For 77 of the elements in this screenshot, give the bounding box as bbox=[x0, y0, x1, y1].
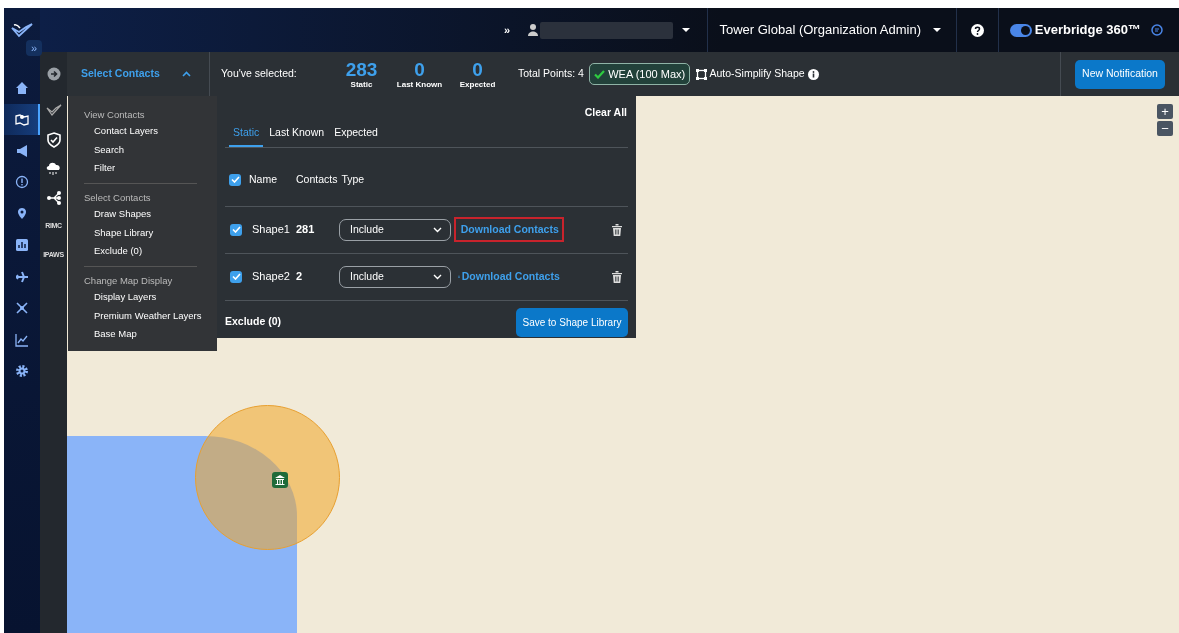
zoom-in-button[interactable]: + bbox=[1157, 104, 1173, 119]
info-icon[interactable] bbox=[807, 68, 819, 80]
exclude-count: Exclude (0) bbox=[225, 314, 282, 330]
trash-icon[interactable] bbox=[612, 270, 622, 283]
help-icon[interactable] bbox=[971, 23, 985, 37]
wea-toggle[interactable]: WEA (100 Max) bbox=[589, 62, 691, 86]
drone-icon bbox=[15, 301, 29, 316]
column-header: Contacts bbox=[296, 171, 338, 187]
selection-label: You've selected: bbox=[221, 66, 298, 82]
total-points: Total Points: 4 bbox=[518, 66, 584, 82]
menu-item[interactable]: Draw Shapes bbox=[84, 205, 152, 224]
new-notification-button[interactable]: New Notification bbox=[1075, 59, 1165, 89]
toggle-switch[interactable] bbox=[1010, 23, 1033, 37]
download-contacts-link[interactable]: Download Contacts bbox=[453, 216, 564, 243]
checkbox[interactable] bbox=[230, 223, 242, 236]
shape-name: Shape1 bbox=[252, 222, 291, 238]
bird-logo-icon bbox=[11, 22, 33, 38]
auto-simplify-label[interactable]: Auto-Simplify Shape bbox=[709, 66, 805, 82]
bar-chart-icon bbox=[15, 238, 29, 253]
menu-item[interactable]: Shape Library bbox=[84, 223, 154, 242]
shape-name: Shape2 bbox=[252, 269, 291, 285]
organization-name[interactable]: Tower Global (Organization Admin) bbox=[719, 20, 922, 40]
shape-outline-icon bbox=[695, 68, 707, 80]
shield-check-icon[interactable] bbox=[45, 131, 62, 148]
clear-all-link[interactable]: Clear All bbox=[583, 104, 628, 122]
chevron-icon bbox=[433, 273, 442, 280]
chat-icon[interactable] bbox=[1151, 24, 1163, 36]
caret-icon[interactable] bbox=[681, 26, 692, 34]
menu-heading: Select Contacts bbox=[84, 191, 152, 205]
chevron-icon bbox=[433, 226, 442, 233]
circle-arrow-icon[interactable] bbox=[46, 67, 61, 81]
tab[interactable]: Last Known bbox=[265, 121, 329, 147]
alert-icon bbox=[15, 175, 29, 190]
tab[interactable]: Static bbox=[229, 121, 264, 147]
column-header: Type bbox=[341, 171, 365, 187]
brand-name: Everbridge 360™ bbox=[1034, 21, 1141, 40]
menu-item[interactable]: Exclude (0) bbox=[84, 241, 143, 260]
nav-item[interactable] bbox=[4, 103, 40, 135]
download-contacts-link[interactable]: Download Contacts bbox=[453, 264, 564, 289]
line-chart-icon bbox=[15, 332, 29, 347]
menu-item[interactable]: Premium Weather Layers bbox=[84, 306, 202, 325]
settings-icon bbox=[15, 364, 29, 379]
menu-heading: View Contacts bbox=[84, 108, 146, 122]
selection-count: 0 Last Known bbox=[395, 59, 444, 89]
menu-item[interactable]: Filter bbox=[84, 158, 116, 177]
expand-button[interactable]: » bbox=[26, 40, 42, 56]
tab[interactable]: Expected bbox=[330, 121, 382, 147]
menu-heading: Change Map Display bbox=[84, 274, 174, 288]
zoom-out-button[interactable]: − bbox=[1157, 121, 1173, 136]
home-icon bbox=[15, 80, 29, 95]
forward-button[interactable]: » bbox=[503, 20, 512, 40]
save-button[interactable]: Save to Shape Library bbox=[516, 307, 628, 337]
contact-count: 2 bbox=[296, 269, 304, 285]
menu-item[interactable]: Display Layers bbox=[84, 288, 157, 307]
share-icon[interactable] bbox=[45, 189, 62, 206]
menu-item[interactable]: Search bbox=[84, 140, 125, 159]
menu-item[interactable]: Base Map bbox=[84, 324, 137, 343]
check-icon bbox=[594, 69, 606, 79]
contact-count: 281 bbox=[296, 222, 316, 238]
type-dropdown[interactable]: Include bbox=[339, 218, 451, 241]
menu-item[interactable]: Contact Layers bbox=[84, 122, 158, 141]
selection-count: 0 Expected bbox=[458, 59, 497, 89]
building-pin-icon bbox=[272, 472, 288, 488]
trash-icon[interactable] bbox=[612, 223, 622, 236]
plane-icon bbox=[15, 269, 29, 284]
location-pin-icon bbox=[15, 206, 29, 221]
megaphone-icon bbox=[15, 143, 29, 158]
checkbox[interactable] bbox=[229, 173, 241, 186]
select-contacts-menu[interactable]: Select Contacts bbox=[67, 66, 209, 82]
map-icon bbox=[15, 112, 29, 127]
type-dropdown[interactable]: Include bbox=[339, 265, 451, 288]
user-icon bbox=[527, 24, 538, 36]
rain-cloud-icon[interactable] bbox=[45, 160, 62, 177]
caret-icon[interactable] bbox=[932, 26, 943, 34]
selection-count: 283 Static bbox=[344, 59, 379, 89]
column-header: Name bbox=[249, 171, 278, 187]
checkbox[interactable] bbox=[230, 270, 242, 283]
